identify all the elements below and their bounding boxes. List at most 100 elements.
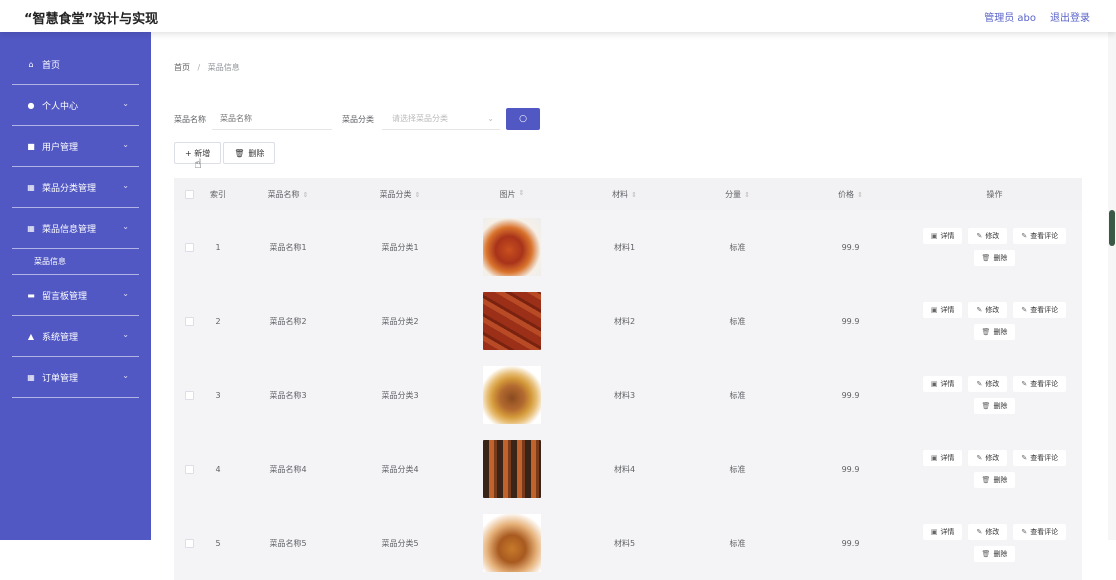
view-comments-button[interactable]: ✎ 查看评论	[1013, 376, 1067, 392]
edit-button[interactable]: ✎ 修改	[968, 228, 1008, 244]
category-filter-select[interactable]: 请选择菜品分类 ⌄	[382, 108, 500, 130]
sidebar-item-7[interactable]: ▲ 系统管理 ⌄	[12, 316, 139, 357]
cell-price: 99.9	[841, 242, 860, 252]
header-actions: 操作	[986, 189, 1003, 199]
detail-button[interactable]: ▣ 详情	[922, 450, 963, 466]
select-all-checkbox[interactable]	[184, 189, 194, 199]
cell-index: 1	[215, 242, 221, 252]
cell-category: 菜品分类5	[381, 538, 419, 548]
edit-label: 修改	[985, 454, 1000, 462]
pencil-icon: ✎	[1021, 232, 1028, 240]
cell-category: 菜品分类3	[381, 390, 419, 400]
dish-table: 索引 菜品名称 ⇕ 菜品分类 ⇕ 图片 ⇕ 材料 ⇕ 分量 ⇕ 价格 ⇕ 操作 1 菜品名称…	[174, 178, 1082, 580]
search-button[interactable]: ○	[506, 108, 540, 130]
edit-button[interactable]: ✎ 修改	[968, 302, 1008, 318]
sort-icon: ⇕	[302, 190, 309, 199]
dish-image[interactable]	[483, 292, 541, 350]
header-category[interactable]: 菜品分类 ⇕	[344, 189, 456, 200]
cell-name: 菜品名称3	[269, 390, 307, 400]
delete-button[interactable]: 🗑 删除	[973, 398, 1016, 414]
search-icon: ○	[519, 114, 527, 124]
scrollbar-thumb[interactable]	[1109, 210, 1115, 246]
breadcrumb-separator: /	[197, 63, 201, 72]
dish-image[interactable]	[483, 440, 541, 498]
header-image[interactable]: 图片 ⇕	[456, 189, 568, 200]
sidebar-item-3[interactable]: ▦ 菜品分类管理 ⌄	[12, 167, 139, 208]
cell-index: 3	[215, 390, 221, 400]
delete-button[interactable]: 🗑 删除	[973, 546, 1016, 562]
header-quantity[interactable]: 分量 ⇕	[681, 189, 794, 200]
edit-button[interactable]: ✎ 修改	[968, 524, 1008, 540]
view-comments-button[interactable]: ✎ 查看评论	[1013, 302, 1067, 318]
cell-quantity: 标准	[729, 316, 746, 326]
dish-image[interactable]	[483, 366, 541, 424]
sidebar: ⌂ 首页 ● 个人中心 ⌄ ■ 用户管理 ⌄ ▦ 菜品分类管理 ⌄ ▦ 菜品信息…	[0, 32, 151, 540]
dish-image[interactable]	[483, 514, 541, 572]
cell-category: 菜品分类2	[381, 316, 419, 326]
pencil-icon: ✎	[1021, 306, 1028, 314]
row-checkbox[interactable]	[184, 316, 194, 326]
view-comments-label: 查看评论	[1030, 454, 1059, 462]
cell-image	[456, 218, 568, 276]
row-checkbox[interactable]	[184, 390, 194, 400]
view-comments-button[interactable]: ✎ 查看评论	[1013, 228, 1067, 244]
detail-button[interactable]: ▣ 详情	[922, 228, 963, 244]
pencil-icon: ✎	[976, 306, 983, 314]
edit-button[interactable]: ✎ 修改	[968, 376, 1008, 392]
logout-link[interactable]: 退出登录	[1050, 9, 1090, 24]
cell-image	[456, 292, 568, 350]
delete-button[interactable]: 🗑 删除	[973, 472, 1016, 488]
edit-button[interactable]: ✎ 修改	[968, 450, 1008, 466]
edit-label: 修改	[985, 380, 1000, 388]
app-title: “智慧食堂”设计与实现	[24, 12, 159, 27]
sidebar-item-6[interactable]: ▬ 留言板管理 ⌄	[12, 275, 139, 316]
cell-quantity: 标准	[729, 390, 746, 400]
cell-category: 菜品分类1	[381, 242, 419, 252]
breadcrumb-home[interactable]: 首页	[174, 63, 190, 72]
header-price[interactable]: 价格 ⇕	[794, 189, 907, 200]
delete-button[interactable]: 🗑 删除	[973, 324, 1016, 340]
bulk-delete-button[interactable]: 🗑 删除	[223, 142, 276, 164]
header-image-label: 图片	[499, 189, 516, 199]
edit-label: 修改	[985, 306, 1000, 314]
detail-button[interactable]: ▣ 详情	[922, 376, 963, 392]
top-right-links: 管理员 abo 退出登录	[984, 9, 1090, 24]
header-name[interactable]: 菜品名称 ⇕	[232, 189, 344, 200]
sidebar-item-8[interactable]: ▦ 订单管理 ⌄	[12, 357, 139, 398]
dish-image[interactable]	[483, 218, 541, 276]
sidebar-item-1[interactable]: ● 个人中心 ⌄	[12, 85, 139, 126]
sidebar-item-2[interactable]: ■ 用户管理 ⌄	[12, 126, 139, 167]
cell-actions: ▣ 详情 ✎ 修改 ✎ 查看评论 🗑 删除	[907, 524, 1082, 562]
name-filter-input[interactable]	[212, 108, 332, 130]
user-name-link[interactable]: 管理员 abo	[984, 9, 1036, 24]
grid-icon: ▦	[27, 372, 35, 382]
detail-button[interactable]: ▣ 详情	[922, 524, 963, 540]
view-comments-button[interactable]: ✎ 查看评论	[1013, 450, 1067, 466]
chevron-down-icon: ⌄	[487, 114, 494, 123]
bulk-delete-label: 删除	[248, 148, 265, 158]
sidebar-item-label: 订单管理	[42, 373, 79, 384]
trash-icon: 🗑	[981, 254, 991, 262]
sidebar-item-label: 个人中心	[42, 101, 79, 112]
sidebar-item-0[interactable]: ⌂ 首页	[12, 44, 139, 85]
page-scrollbar[interactable]	[1108, 32, 1116, 540]
sort-icon: ⇕	[744, 190, 750, 199]
category-filter-placeholder: 请选择菜品分类	[392, 114, 448, 123]
header-material[interactable]: 材料 ⇕	[568, 189, 681, 200]
person-icon: ▲	[27, 331, 35, 341]
view-comments-button[interactable]: ✎ 查看评论	[1013, 524, 1067, 540]
pencil-icon: ✎	[1021, 454, 1028, 462]
delete-button[interactable]: 🗑 删除	[973, 250, 1016, 266]
cell-image	[456, 366, 568, 424]
submenu-item-dish-info[interactable]: 菜品信息	[12, 249, 139, 275]
table-row: 4 菜品名称4 菜品分类4 材料4 标准 99.9 ▣ 详情 ✎ 修改 ✎ 查看评论 …	[174, 432, 1082, 506]
trash-icon: 🗑	[981, 328, 991, 336]
category-filter-label: 菜品分类	[342, 114, 374, 124]
header-material-label: 材料	[612, 189, 629, 199]
row-checkbox[interactable]	[184, 464, 194, 474]
row-checkbox[interactable]	[184, 242, 194, 252]
cell-image	[456, 514, 568, 572]
sidebar-item-4[interactable]: ▦ 菜品信息管理 ⌄	[12, 208, 139, 249]
detail-button[interactable]: ▣ 详情	[922, 302, 963, 318]
delete-label: 删除	[993, 254, 1008, 262]
